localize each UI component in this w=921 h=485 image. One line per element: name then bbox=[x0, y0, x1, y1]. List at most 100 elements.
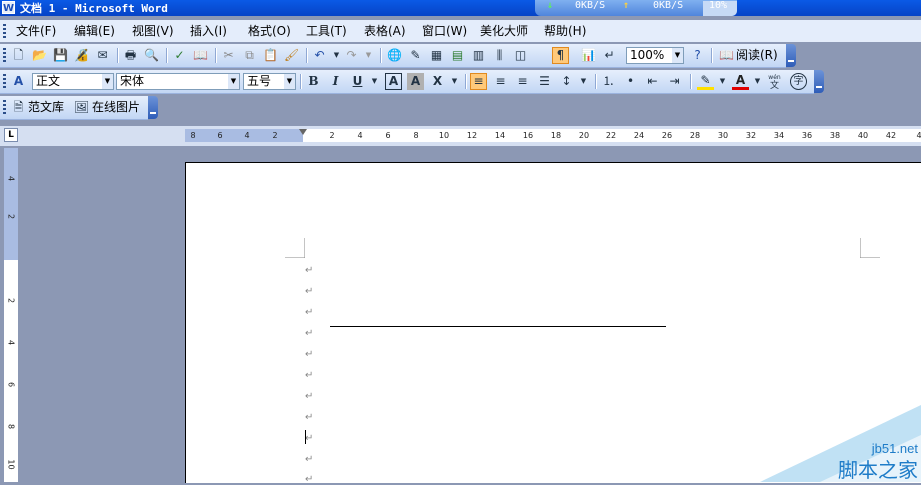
ruler-tick-label: 30 bbox=[717, 131, 729, 140]
spelling-icon[interactable]: ✓ bbox=[171, 47, 188, 64]
char-scale-icon[interactable]: Ⅹ bbox=[429, 73, 446, 90]
menu-window[interactable]: 窗口(W) bbox=[422, 23, 467, 39]
phonetic-guide-icon[interactable]: wén 文 bbox=[766, 73, 783, 91]
horizontal-ruler[interactable]: 8 6 4 2 2 4 6 8 10 12 14 16 18 20 22 24 26 28 30 32 34 36 38 40… bbox=[185, 129, 921, 142]
increase-indent-icon[interactable]: ⇥ bbox=[666, 73, 683, 90]
insert-excel-icon[interactable]: ▤ bbox=[449, 47, 466, 64]
font-color-button[interactable]: A bbox=[732, 73, 749, 90]
highlight-icon[interactable]: ✎ bbox=[697, 73, 714, 90]
toolbar-grip[interactable] bbox=[3, 48, 6, 62]
open-folder-icon[interactable]: 📂 bbox=[31, 47, 48, 64]
toolbar-options-icon[interactable] bbox=[148, 96, 158, 119]
align-justify-icon[interactable]: ≡ bbox=[470, 73, 487, 90]
ruler-tick-label: 42 bbox=[885, 131, 897, 140]
upload-speed: 0KB/S bbox=[653, 0, 684, 11]
menu-view[interactable]: 视图(V) bbox=[132, 23, 174, 39]
style-select[interactable]: 正文 ▼ bbox=[32, 73, 114, 90]
document-map-icon[interactable]: ◫ bbox=[512, 47, 529, 64]
char-shading-button[interactable]: A bbox=[407, 73, 424, 90]
distributed-align-icon[interactable]: ☰ bbox=[536, 73, 553, 90]
ruler-tick-label: 4 bbox=[6, 175, 16, 182]
format-painter-icon[interactable]: 🖌 bbox=[283, 47, 300, 64]
redo-icon[interactable]: ↷ bbox=[343, 47, 360, 64]
toolbar-options-icon[interactable] bbox=[786, 44, 796, 67]
drawing-icon[interactable]: ⫼ bbox=[491, 47, 508, 64]
enclose-char-button[interactable]: 字 bbox=[790, 73, 807, 90]
copy-icon[interactable]: ⧉ bbox=[241, 47, 258, 64]
paragraph-mark-icon: ↵ bbox=[305, 328, 314, 339]
ruler-tick-label: 16 bbox=[522, 131, 534, 140]
tables-borders-icon[interactable]: ✎ bbox=[407, 47, 424, 64]
help-icon[interactable]: ? bbox=[689, 47, 706, 64]
font-color-dropdown-icon[interactable]: ▼ bbox=[749, 73, 766, 90]
ruler-tick-label: 12 bbox=[466, 131, 478, 140]
char-border-button[interactable]: A bbox=[385, 73, 402, 90]
fanwenku-button[interactable]: 范文库 bbox=[28, 99, 64, 116]
hyperlink-icon[interactable]: 🌐 bbox=[386, 47, 403, 64]
align-center-icon[interactable]: ≡ bbox=[492, 73, 509, 90]
char-scale-dropdown-icon[interactable]: ▼ bbox=[446, 73, 463, 90]
research-icon[interactable]: 📖 bbox=[192, 47, 209, 64]
undo-icon[interactable]: ↶ bbox=[311, 47, 328, 64]
permission-icon[interactable]: 🔏 bbox=[73, 47, 90, 64]
tab-selector-button[interactable]: L bbox=[4, 128, 18, 142]
underline-button[interactable]: U bbox=[349, 73, 366, 90]
toolbar-grip[interactable] bbox=[3, 100, 6, 114]
print-icon[interactable]: 🖶 bbox=[122, 47, 139, 64]
menu-help[interactable]: 帮助(H) bbox=[544, 23, 586, 39]
chart-icon[interactable]: 📊 bbox=[580, 47, 597, 64]
menu-meihua[interactable]: 美化大师 bbox=[480, 23, 528, 39]
styles-pane-icon[interactable]: A bbox=[10, 73, 27, 90]
indent-marker-icon[interactable] bbox=[299, 129, 307, 135]
toolbar-options-icon[interactable] bbox=[814, 70, 824, 93]
italic-button[interactable]: I bbox=[327, 73, 344, 90]
paragraph-mark-icon: ↵ bbox=[305, 454, 314, 465]
bullets-icon[interactable]: • bbox=[622, 73, 639, 90]
vertical-ruler[interactable]: 4 2 2 4 6 8 10 bbox=[4, 148, 18, 482]
print-preview-icon[interactable]: 🔍 bbox=[143, 47, 160, 64]
menu-insert[interactable]: 插入(I) bbox=[190, 23, 227, 39]
underline-dropdown-icon[interactable]: ▼ bbox=[366, 73, 383, 90]
online-picture-icon[interactable]: 🖼 bbox=[73, 99, 90, 116]
decrease-indent-icon[interactable]: ⇤ bbox=[644, 73, 661, 90]
font-select[interactable]: 宋体 ▼ bbox=[116, 73, 240, 90]
text-cursor bbox=[305, 430, 306, 444]
ruler-tick-label: 8 bbox=[6, 423, 16, 430]
separator bbox=[215, 48, 217, 63]
zoom-value: 100% bbox=[630, 48, 665, 62]
zoom-select[interactable]: 100% ▼ bbox=[626, 47, 684, 64]
font-size-select[interactable]: 五号 ▼ bbox=[243, 73, 296, 90]
columns-icon[interactable]: ▥ bbox=[470, 47, 487, 64]
show-hide-marks-icon[interactable]: ¶ bbox=[552, 47, 569, 64]
menu-table[interactable]: 表格(A) bbox=[364, 23, 406, 39]
read-mode-icon[interactable]: 📖 bbox=[718, 47, 735, 64]
menu-file[interactable]: 文件(F) bbox=[16, 23, 56, 39]
read-button-label[interactable]: 阅读(R) bbox=[736, 47, 778, 64]
numbering-icon[interactable]: ⒈ bbox=[600, 73, 617, 90]
email-icon[interactable]: ✉ bbox=[94, 47, 111, 64]
line-spacing-dropdown-icon[interactable]: ▼ bbox=[575, 73, 592, 90]
paste-icon[interactable]: 📋 bbox=[262, 47, 279, 64]
menu-format[interactable]: 格式(O) bbox=[248, 23, 291, 39]
bold-button[interactable]: B bbox=[305, 73, 322, 90]
align-right-icon[interactable]: ≡ bbox=[514, 73, 531, 90]
network-monitor[interactable]: ↓ 0KB/S ↑ 0KB/S 10% bbox=[535, 0, 737, 16]
paragraph-mark-icon[interactable]: ↵ bbox=[601, 47, 618, 64]
highlight-dropdown-icon[interactable]: ▼ bbox=[714, 73, 731, 90]
cpu-usage-badge: 10% bbox=[703, 0, 737, 16]
word-app-icon[interactable]: W bbox=[2, 1, 15, 14]
cpu-usage: 10% bbox=[709, 0, 728, 11]
fanwenku-icon[interactable]: 🗎 bbox=[10, 99, 27, 116]
save-icon[interactable]: 💾 bbox=[52, 47, 69, 64]
redo-dropdown-icon[interactable]: ▼ bbox=[360, 47, 377, 64]
online-picture-button[interactable]: 在线图片 bbox=[92, 99, 140, 116]
line-spacing-icon[interactable]: ↕ bbox=[558, 73, 575, 90]
toolbar-grip[interactable] bbox=[3, 74, 6, 88]
chevron-down-icon: ▼ bbox=[102, 74, 113, 89]
new-document-icon[interactable]: 🗋 bbox=[10, 47, 27, 64]
cut-icon[interactable]: ✂ bbox=[220, 47, 237, 64]
menu-edit[interactable]: 编辑(E) bbox=[74, 23, 115, 39]
menu-tools[interactable]: 工具(T) bbox=[306, 23, 347, 39]
menu-grip-handle[interactable] bbox=[3, 24, 6, 38]
insert-table-icon[interactable]: ▦ bbox=[428, 47, 445, 64]
